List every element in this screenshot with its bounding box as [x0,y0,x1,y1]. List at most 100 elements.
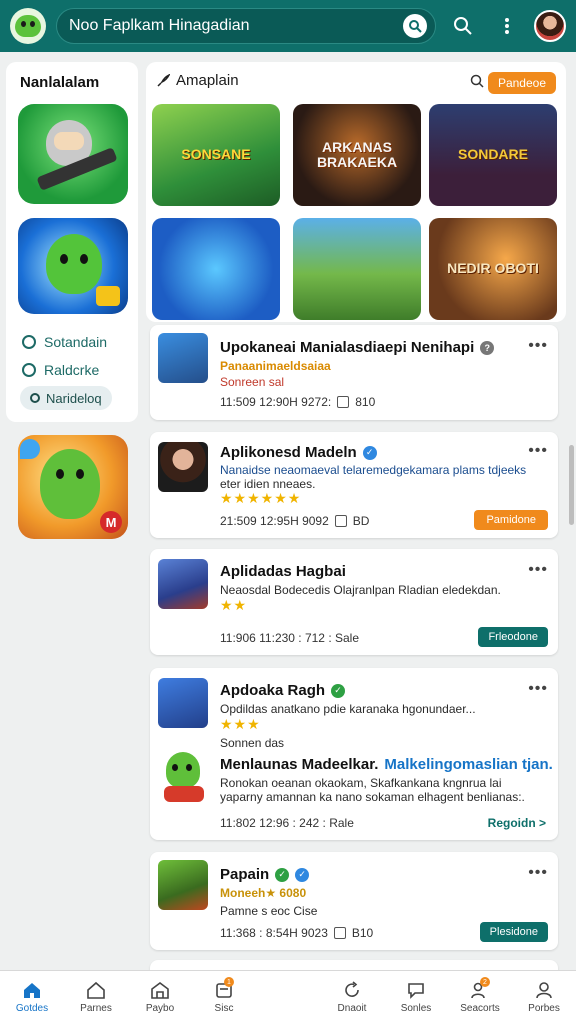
avatar[interactable] [534,10,566,42]
list-item[interactable]: Aplidadas Hagbai ••• Neaosdal Bodecedis … [150,549,558,655]
check-circle-icon [22,335,36,349]
meta-text: 21:509 12:95H 9092 [220,514,329,528]
game-tile[interactable]: SONSANE [152,104,280,206]
more-options-icon[interactable]: ••• [528,337,548,355]
card-title: Papain ✓ ✓ [220,866,310,883]
house-icon [87,981,105,999]
card-title-text: Upokaneai Manialasdiaepi Nenihapi [220,339,475,356]
logo-mascot [15,15,41,37]
card-meta: 11:802 12:96 : 242 : Rale [220,816,354,830]
top-bar: Noo Faplkam Hinagadian [0,0,576,52]
featured-panel: Amaplain Pandeoe SONSANE ARKANAS BRAKAEK… [146,62,566,322]
bottom-nav: Gotdes Parnes Paybo 1 Sisc Dnaoit Sonles… [0,970,576,1024]
box-icon [334,515,347,527]
list-item[interactable]: Apdoaka Ragh ✓ ••• Opdildas anatkano pdie… [150,668,558,840]
more-vert-icon[interactable] [490,9,524,43]
list-item[interactable]: Upokaneai Manialasdiaepi Nenihapi? ••• P… [150,325,558,420]
game-tile[interactable] [152,218,280,320]
card-title-2: Menlaunas Madeelkar. Malkelingomaslian tj… [220,756,553,773]
meta-end: B10 [351,926,374,940]
rating-stars: ★★★ [220,716,261,732]
nav-item-3[interactable]: 1 Sisc [192,971,256,1024]
card-title-text: Apdoaka Ragh [220,682,326,699]
featured-button[interactable]: Pandeoe [487,72,556,94]
app-logo[interactable] [10,8,46,44]
card-description: Neaosdal Bodecedis Olajranlpan Rladian e… [220,583,501,597]
nav-item-8[interactable]: Porbes [512,971,576,1024]
app-thumbnail [158,559,208,609]
app-tile-gunner[interactable] [18,104,128,204]
search-query[interactable]: Noo Faplkam Hinagadian [69,17,403,35]
meta-text: 11:368 : 8:54H 9023 [220,926,328,940]
nav-item-7[interactable]: 2 Seacorts [448,971,512,1024]
card-title: Apdoaka Ragh ✓ [220,682,346,699]
search-small-icon[interactable] [470,74,484,88]
card-description-3: yaparny amannan ka nano sokaman elhagent… [220,790,525,804]
left-panel: Nanlalalam Sotandain Raldcrke Narideloq [6,62,138,422]
list-item[interactable]: Aplikonesd Madeln ✓ ••• Nanaidse neaomaev… [150,432,558,538]
box-icon [333,927,346,939]
game-tile[interactable]: SONDARE [429,104,557,206]
card-description-2: Ronokan oeanan okaokam, Skafkankana kngn… [220,776,502,790]
more-options-icon[interactable]: ••• [528,442,548,460]
store-icon [151,982,169,999]
nav-label: Dnaoit [337,1003,367,1014]
more-options-icon[interactable]: ••• [528,561,548,579]
scrollbar-thumb[interactable] [569,445,574,525]
meta-end: 810 [355,395,376,409]
game-tile[interactable]: NEDIR OBOTI [429,218,557,320]
left-chip[interactable]: Narideloq [20,386,112,410]
card-meta: 21:509 12:95H 9092 BD [220,514,369,528]
card-subtitle-2: Pamne s eoc Cise [220,904,318,918]
card-title-text: Aplikonesd Madeln [220,444,357,461]
list-item[interactable]: Papain ✓ ✓ ••• Moneeh★ 6080 Pamne s eoc Ci… [150,852,558,950]
meta-end: BD [352,514,370,528]
left-link-0[interactable]: Sotandain [22,334,107,350]
verified-icon: ✓ [295,867,310,882]
card-action-button[interactable]: Plesidone [479,922,548,942]
left-link-1[interactable]: Raldcrke [22,362,99,378]
card-title: Upokaneai Manialasdiaepi Nenihapi? [220,339,495,356]
nav-badge: 2 [480,977,490,987]
nav-item-6[interactable]: Sonles [384,971,448,1024]
mascot-image [158,748,208,804]
app-thumbnail [158,860,208,910]
nav-label: Sonles [400,1003,432,1014]
app-thumbnail [158,678,208,728]
card-title-text: Papain [220,866,270,883]
left-link-label: Sotandain [44,334,108,350]
card-meta: 11:509 12:90H 9272: 810 [220,395,375,409]
box-icon [337,396,350,408]
nav-item-1[interactable]: Parnes [64,971,128,1024]
rating-stars: ★★★★★★ [220,490,302,506]
nav-item-spacer [256,971,320,1024]
more-options-icon[interactable]: ••• [528,864,548,882]
nav-item-home[interactable]: Gotdes [0,971,64,1024]
nav-item-2[interactable]: Paybo [128,971,192,1024]
search-submit-icon[interactable] [403,14,427,38]
card-action-button[interactable]: Frleodone [478,627,548,647]
card-action-button[interactable]: Pamidone [474,510,548,530]
search-bar[interactable]: Noo Faplkam Hinagadian [56,8,436,44]
info-icon: ? [480,340,495,355]
profile-icon [536,982,552,999]
app-tile-green-monster[interactable] [18,218,128,314]
card-link[interactable]: Regoidn > [488,816,546,830]
nav-item-5[interactable]: Dnaoit [320,971,384,1024]
app-thumbnail [158,442,208,492]
card-subtitle-2: Sonreen sal [220,375,285,389]
nav-label: Sisc [214,1003,234,1014]
search-icon[interactable] [446,9,480,43]
card-title: Aplidadas Hagbai [220,563,346,580]
game-tile[interactable]: ARKANAS BRAKAEKA [293,104,421,206]
left-title: Nanlalalam [20,74,100,91]
app-tile-green-dino[interactable]: M [18,435,128,539]
card-description: Nanaidse neaomaeval telaremedgekamara pl… [220,463,527,477]
home-icon [24,983,40,998]
featured-title-text: Amaplain [176,72,239,89]
chat-icon [408,983,424,999]
game-tile[interactable] [293,218,421,320]
nav-label: Seacorts [460,1003,500,1014]
more-options-icon[interactable]: ••• [528,680,548,698]
verified-icon: ✓ [362,445,377,460]
